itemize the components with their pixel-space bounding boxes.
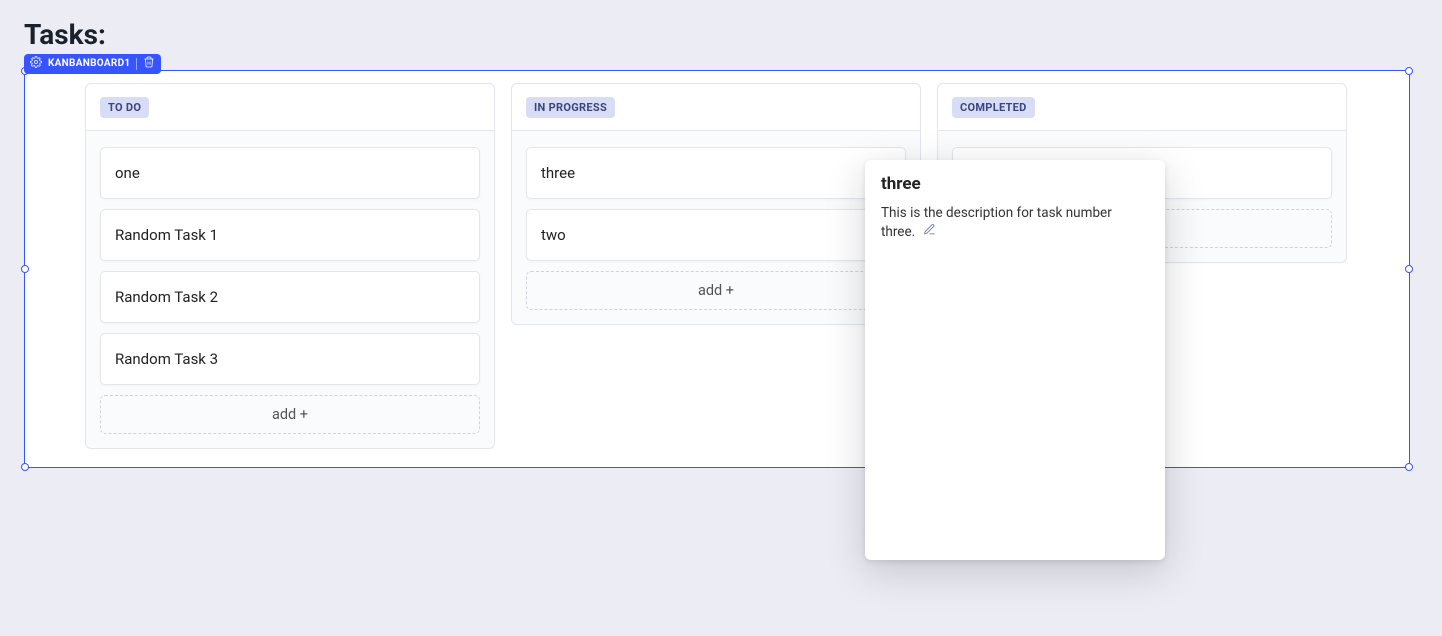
popover-title: three xyxy=(881,174,1149,194)
resize-handle-middle-left[interactable] xyxy=(21,265,29,273)
resize-handle-middle-right[interactable] xyxy=(1405,265,1413,273)
column-in-progress: IN PROGRESS three two add + xyxy=(511,83,921,325)
column-body: one Random Task 1 Random Task 2 Random T… xyxy=(86,131,494,448)
column-body: three two add + xyxy=(512,131,920,324)
task-detail-popover: three This is the description for task n… xyxy=(865,160,1165,560)
popover-description-text: This is the description for task number … xyxy=(881,205,1112,240)
add-card-button[interactable]: add + xyxy=(526,271,906,310)
widget-selection-outline: TO DO one Random Task 1 Random Task 2 Ra… xyxy=(24,70,1410,468)
column-badge: TO DO xyxy=(100,97,149,118)
task-card[interactable]: Random Task 3 xyxy=(100,333,480,385)
popover-description: This is the description for task number … xyxy=(881,204,1149,242)
page-title: Tasks: xyxy=(24,18,1418,51)
widget-handle[interactable]: KANBANBOARD1 xyxy=(24,54,161,74)
resize-handle-bottom-right[interactable] xyxy=(1405,463,1413,471)
column-header: IN PROGRESS xyxy=(512,84,920,131)
gear-icon xyxy=(30,56,42,71)
column-badge: COMPLETED xyxy=(952,97,1035,118)
kanban-board: TO DO one Random Task 1 Random Task 2 Ra… xyxy=(25,71,1409,467)
task-card[interactable]: two xyxy=(526,209,906,261)
trash-icon[interactable] xyxy=(143,56,155,71)
add-card-button[interactable]: add + xyxy=(100,395,480,434)
column-header: TO DO xyxy=(86,84,494,131)
task-card[interactable]: one xyxy=(100,147,480,199)
pencil-icon[interactable] xyxy=(923,223,936,242)
separator xyxy=(136,58,137,70)
resize-handle-bottom-left[interactable] xyxy=(21,463,29,471)
task-card[interactable]: Random Task 1 xyxy=(100,209,480,261)
task-card[interactable]: three xyxy=(526,147,906,199)
column-badge: IN PROGRESS xyxy=(526,97,615,118)
column-header: COMPLETED xyxy=(938,84,1346,131)
widget-handle-label: KANBANBOARD1 xyxy=(48,58,130,69)
column-todo: TO DO one Random Task 1 Random Task 2 Ra… xyxy=(85,83,495,449)
resize-handle-top-right[interactable] xyxy=(1405,67,1413,75)
task-card[interactable]: Random Task 2 xyxy=(100,271,480,323)
